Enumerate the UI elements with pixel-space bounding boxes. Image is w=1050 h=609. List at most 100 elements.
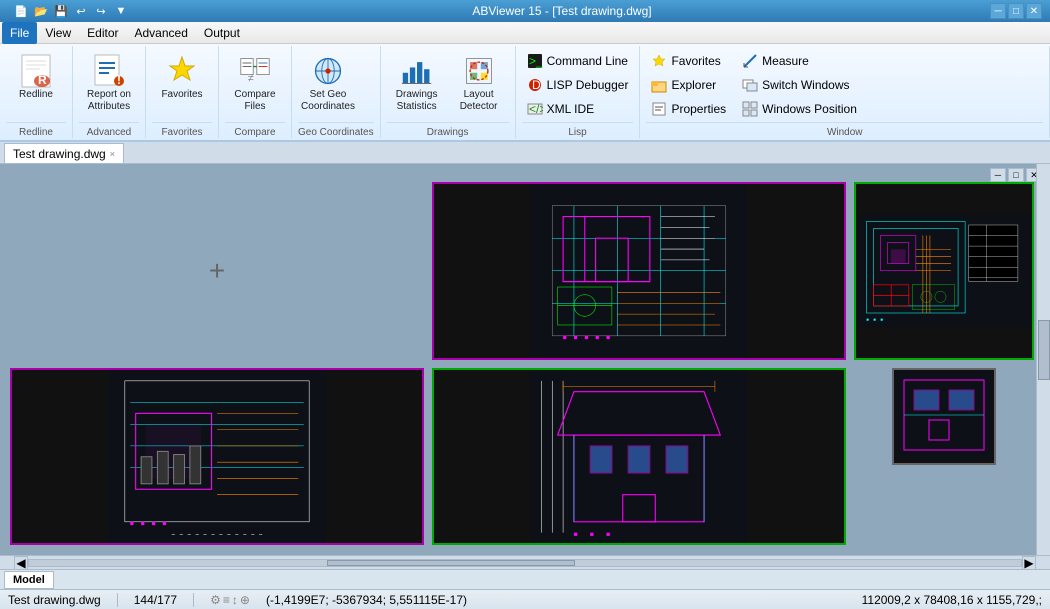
explorer-icon xyxy=(651,77,667,93)
layout-detector-icon xyxy=(463,55,495,87)
report-attributes-label: Report on Attributes xyxy=(82,89,136,113)
ribbon-group-geo: Set Geo Coordinates Geo Coordinates xyxy=(292,46,381,138)
ribbon-group-lisp: >_ Command Line D LISP Debugger </> XML … xyxy=(516,46,641,138)
ribbon-group-label-lisp: Lisp xyxy=(522,122,634,138)
set-geo-coordinates-btn[interactable]: Set Geo Coordinates xyxy=(298,50,358,118)
properties-icon xyxy=(651,101,667,117)
report-on-attributes-btn[interactable]: ! Report on Attributes xyxy=(79,50,139,118)
qa-undo-btn[interactable]: ↩ xyxy=(72,2,90,20)
measure-icon xyxy=(742,53,758,69)
scroll-track[interactable] xyxy=(28,559,1022,567)
favorites2-btn[interactable]: Favorites xyxy=(646,50,731,72)
xml-ide-btn[interactable]: </> XML IDE xyxy=(522,98,634,120)
canvas-maximize-btn[interactable]: □ xyxy=(1008,168,1024,182)
ribbon-group-advanced: ! Report on Attributes Advanced xyxy=(73,46,146,138)
explorer-label: Explorer xyxy=(671,78,716,92)
crosshair: + xyxy=(209,257,225,285)
favorites2-label: Favorites xyxy=(671,54,720,68)
drawing-2-svg xyxy=(856,184,1032,358)
window-title: ABViewer 15 - [Test drawing.dwg] xyxy=(134,4,990,18)
measure-label: Measure xyxy=(762,54,809,68)
windows-position-label: Windows Position xyxy=(762,102,857,116)
ribbon-group-label-redline: Redline xyxy=(6,122,66,138)
favorites-icon xyxy=(166,55,198,87)
vertical-scrollbar[interactable] xyxy=(1036,164,1050,555)
qa-new-btn[interactable]: 📄 xyxy=(12,2,30,20)
menu-view[interactable]: View xyxy=(37,22,79,44)
status-icon-4: ⊕ xyxy=(240,593,250,607)
document-tab[interactable]: Test drawing.dwg × xyxy=(4,143,124,163)
command-line-btn[interactable]: >_ Command Line xyxy=(522,50,634,72)
menu-editor[interactable]: Editor xyxy=(79,22,126,44)
xml-ide-icon: </> xyxy=(527,101,543,117)
switch-windows-icon xyxy=(742,77,758,93)
window-controls: ─ □ ✕ xyxy=(990,3,1042,19)
windows-position-btn[interactable]: Windows Position xyxy=(737,98,862,120)
qa-redo-btn[interactable]: ↪ xyxy=(92,2,110,20)
menu-output[interactable]: Output xyxy=(196,22,248,44)
horizontal-scrollbar: ◀ ▶ xyxy=(0,555,1050,569)
compare-files-icon: ≠ xyxy=(239,55,271,87)
scroll-thumb-h[interactable] xyxy=(327,560,575,566)
status-filename: Test drawing.dwg xyxy=(8,593,101,607)
drawing-1 xyxy=(432,182,846,360)
maximize-btn[interactable]: □ xyxy=(1008,3,1024,19)
command-line-label: Command Line xyxy=(547,54,628,68)
command-line-icon: >_ xyxy=(527,53,543,69)
drawing-5 xyxy=(892,368,996,465)
windows-position-icon xyxy=(742,101,758,117)
svg-text:!: ! xyxy=(117,73,121,87)
ribbon-group-redline: R Redline Redline xyxy=(0,46,73,138)
menu-file[interactable]: File xyxy=(2,22,37,44)
ribbon-group-favorites: Favorites Favorites xyxy=(146,46,219,138)
canvas-minimize-btn[interactable]: ─ xyxy=(990,168,1006,182)
explorer-btn[interactable]: Explorer xyxy=(646,74,731,96)
close-btn[interactable]: ✕ xyxy=(1026,3,1042,19)
ribbon-group-label-drawings: Drawings xyxy=(387,122,509,138)
scroll-right-btn[interactable]: ▶ xyxy=(1022,556,1036,570)
menu-advanced[interactable]: Advanced xyxy=(127,22,196,44)
status-dimensions: 112009,2 x 78408,16 x 1155,729,; xyxy=(862,593,1042,607)
properties-btn[interactable]: Properties xyxy=(646,98,731,120)
switch-windows-label: Switch Windows xyxy=(762,78,849,92)
measure-btn[interactable]: Measure xyxy=(737,50,862,72)
compare-files-btn[interactable]: ≠ Compare Files xyxy=(225,50,285,118)
status-page-info: 144/177 xyxy=(134,593,177,607)
geo-coordinates-label: Set Geo Coordinates xyxy=(301,89,355,113)
qa-customize-btn[interactable]: ▼ xyxy=(112,2,130,20)
lisp-debugger-btn[interactable]: D LISP Debugger xyxy=(522,74,634,96)
document-tab-label: Test drawing.dwg xyxy=(13,147,106,161)
favorites-btn[interactable]: Favorites xyxy=(152,50,212,106)
redline-btn-label: Redline xyxy=(19,89,53,101)
status-icon-3: ↕ xyxy=(232,593,238,607)
scroll-left-btn[interactable]: ◀ xyxy=(14,556,28,570)
scrollbar-thumb[interactable] xyxy=(1038,320,1050,380)
svg-text:D: D xyxy=(532,78,541,92)
redline-btn[interactable]: R Redline xyxy=(6,50,66,106)
svg-text:</>: </> xyxy=(529,102,543,116)
compare-files-label: Compare Files xyxy=(228,89,282,113)
ribbon-group-label-window: Window xyxy=(646,122,1043,138)
status-coordinates: (-1,4199E7; -5367934; 5,551115E-17) xyxy=(266,593,467,607)
ribbon-group-label-favorites: Favorites xyxy=(152,122,212,138)
favorites-btn-label: Favorites xyxy=(161,89,202,101)
qa-save-btn[interactable]: 💾 xyxy=(52,2,70,20)
qa-open-btn[interactable]: 📂 xyxy=(32,2,50,20)
drawing-3: - - - - - - - - - - - - xyxy=(10,368,424,546)
drawings-statistics-btn[interactable]: Drawings Statistics xyxy=(387,50,447,118)
minimize-btn[interactable]: ─ xyxy=(990,3,1006,19)
canvas-header-controls: ─ □ ✕ xyxy=(990,168,1042,182)
quick-access-toolbar: 📄 📂 💾 ↩ ↪ ▼ xyxy=(8,2,134,20)
page-tab-model[interactable]: Model xyxy=(4,571,54,589)
page-tabs: Model xyxy=(0,569,1050,589)
switch-windows-btn[interactable]: Switch Windows xyxy=(737,74,862,96)
document-tab-close[interactable]: × xyxy=(110,149,115,159)
redline-icon: R xyxy=(20,55,52,87)
lisp-buttons: >_ Command Line D LISP Debugger </> XML … xyxy=(522,50,634,120)
window-left-column: Favorites Explorer Properties xyxy=(646,50,731,120)
svg-text:>_: >_ xyxy=(529,54,543,68)
layout-detector-btn[interactable]: Layout Detector xyxy=(449,50,509,118)
menubar: File View Editor Advanced Output xyxy=(0,22,1050,44)
status-icon-2: ≡ xyxy=(223,593,230,607)
ribbon: R Redline Redline ! xyxy=(0,44,1050,142)
